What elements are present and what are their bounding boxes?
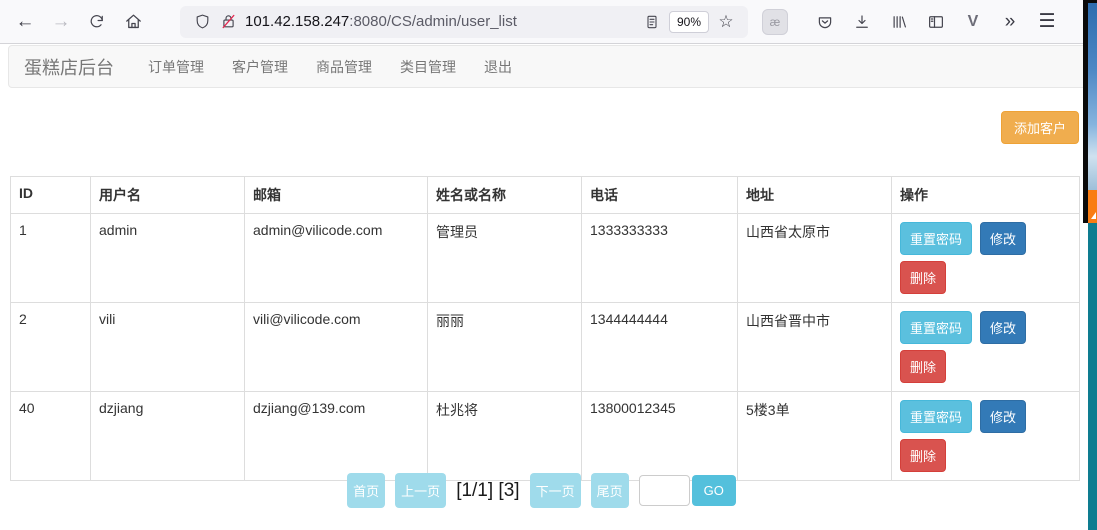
page-number-input[interactable] [639, 475, 690, 506]
pocket-button[interactable] [810, 7, 840, 37]
app-menu-button[interactable]: ☰ [1032, 7, 1062, 37]
cell-phone: 1333333333 [582, 214, 738, 303]
last-page-button[interactable]: 尾页 [591, 473, 629, 508]
col-header-name: 姓名或名称 [428, 177, 582, 214]
cell-phone: 1344444444 [582, 303, 738, 392]
background-window-photo-frame [1083, 0, 1097, 190]
next-page-button[interactable]: 下一页 [530, 473, 581, 508]
cell-address: 山西省太原市 [738, 214, 892, 303]
library-icon [890, 13, 908, 31]
pocket-icon [816, 13, 834, 31]
navbar-brand[interactable]: 蛋糕店后台 [24, 54, 114, 80]
bookmark-star-icon[interactable]: ☆ [713, 9, 739, 35]
sidebar-icon [927, 13, 945, 31]
table-row: 2 vili vili@vilicode.com 丽丽 1344444444 山… [11, 303, 1080, 392]
insecure-lock-icon[interactable] [215, 9, 241, 35]
nav-item-customers[interactable]: 客户管理 [223, 57, 297, 77]
translate-extension-icon[interactable]: æ [762, 9, 788, 35]
cell-actions: 重置密码 修改 删除 [892, 214, 1080, 303]
background-window-teal-strip [1088, 223, 1097, 530]
reset-password-button[interactable]: 重置密码 [900, 222, 972, 255]
background-window-edge [1083, 0, 1097, 530]
col-header-address: 地址 [738, 177, 892, 214]
table-row: 1 admin admin@vilicode.com 管理员 133333333… [11, 214, 1080, 303]
go-button[interactable]: GO [692, 475, 736, 506]
background-window-photo [1088, 3, 1097, 190]
sidebar-toggle-button[interactable] [921, 7, 951, 37]
forward-button[interactable]: → [46, 7, 76, 37]
url-text[interactable]: 101.42.158.247:8080/CS/admin/user_list [245, 13, 639, 30]
url-bar[interactable]: 101.42.158.247:8080/CS/admin/user_list 9… [180, 6, 748, 38]
nav-item-categories[interactable]: 类目管理 [391, 57, 465, 77]
cell-email: admin@vilicode.com [245, 214, 428, 303]
reload-icon [88, 13, 106, 31]
cell-name: 杜兆将 [428, 392, 582, 481]
cell-username: admin [91, 214, 245, 303]
cell-actions: 重置密码 修改 删除 [892, 392, 1080, 481]
cell-email: dzjiang@139.com [245, 392, 428, 481]
reload-button[interactable] [82, 7, 112, 37]
home-button[interactable] [118, 7, 148, 37]
url-host: 101.42.158.247 [245, 13, 349, 30]
home-icon [124, 12, 143, 31]
cell-id: 2 [11, 303, 91, 392]
first-page-button[interactable]: 首页 [347, 473, 385, 508]
col-header-actions: 操作 [892, 177, 1080, 214]
reader-mode-icon[interactable] [639, 9, 665, 35]
table-row: 40 dzjiang dzjiang@139.com 杜兆将 138000123… [11, 392, 1080, 481]
reset-password-button[interactable]: 重置密码 [900, 311, 972, 344]
zoom-level-indicator[interactable]: 90% [669, 11, 709, 33]
url-path: :8080/CS/admin/user_list [349, 13, 517, 30]
cell-actions: 重置密码 修改 删除 [892, 303, 1080, 392]
page-info: [1/1] [3] [456, 480, 519, 502]
nav-item-products[interactable]: 商品管理 [307, 57, 381, 77]
cell-address: 5楼3单 [738, 392, 892, 481]
nav-item-orders[interactable]: 订单管理 [139, 57, 213, 77]
col-header-username: 用户名 [91, 177, 245, 214]
cell-id: 1 [11, 214, 91, 303]
delete-button[interactable]: 删除 [900, 261, 946, 294]
edit-button[interactable]: 修改 [980, 400, 1026, 433]
add-customer-button[interactable]: 添加客户 [1001, 111, 1079, 144]
toolbar-right-icons: V » ☰ [810, 7, 1069, 37]
cell-id: 40 [11, 392, 91, 481]
user-table: ID 用户名 邮箱 姓名或名称 电话 地址 操作 1 admin admin@v… [10, 176, 1080, 481]
download-icon [853, 13, 871, 31]
back-button[interactable]: ← [10, 7, 40, 37]
nav-item-logout[interactable]: 退出 [475, 57, 521, 77]
cell-username: vili [91, 303, 245, 392]
shield-icon[interactable] [189, 9, 215, 35]
col-header-phone: 电话 [582, 177, 738, 214]
site-navbar: 蛋糕店后台 订单管理 客户管理 商品管理 类目管理 退出 [8, 45, 1089, 88]
downloads-button[interactable] [847, 7, 877, 37]
prev-page-button[interactable]: 上一页 [395, 473, 446, 508]
edit-button[interactable]: 修改 [980, 222, 1026, 255]
table-header-row: ID 用户名 邮箱 姓名或名称 电话 地址 操作 [11, 177, 1080, 214]
browser-toolbar: ← → 101.42.158.247:8080/CS/admi [0, 0, 1097, 44]
delete-button[interactable]: 删除 [900, 350, 946, 383]
pagination: 首页 上一页 [1/1] [3] 下一页 尾页 GO [0, 473, 1083, 508]
cell-phone: 13800012345 [582, 392, 738, 481]
cell-address: 山西省晋中市 [738, 303, 892, 392]
page-content: 蛋糕店后台 订单管理 客户管理 商品管理 类目管理 退出 添加客户 ID 用户名… [0, 45, 1097, 530]
background-window-orange-badge [1083, 190, 1097, 223]
delete-button[interactable]: 删除 [900, 439, 946, 472]
reset-password-button[interactable]: 重置密码 [900, 400, 972, 433]
edit-button[interactable]: 修改 [980, 311, 1026, 344]
cell-name: 管理员 [428, 214, 582, 303]
cell-username: dzjiang [91, 392, 245, 481]
cell-name: 丽丽 [428, 303, 582, 392]
col-header-email: 邮箱 [245, 177, 428, 214]
v-extension-button[interactable]: V [958, 7, 988, 37]
col-header-id: ID [11, 177, 91, 214]
v-extension-icon: V [968, 13, 979, 31]
library-button[interactable] [884, 7, 914, 37]
overflow-menu-button[interactable]: » [995, 7, 1025, 37]
cell-email: vili@vilicode.com [245, 303, 428, 392]
